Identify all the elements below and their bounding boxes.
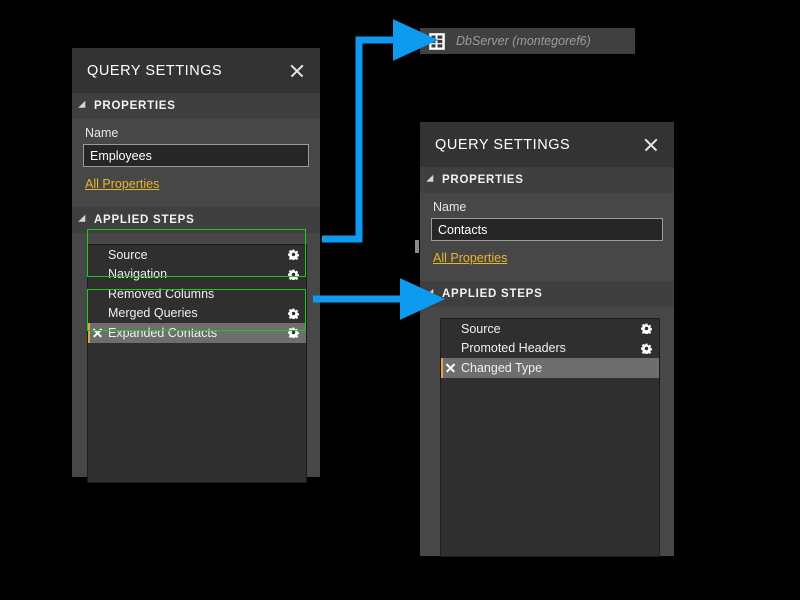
properties-section-label: PROPERTIES [442, 174, 524, 186]
close-icon[interactable] [642, 136, 660, 154]
panel-splitter-grip[interactable] [415, 240, 419, 253]
applied-steps-section-label: APPLIED STEPS [442, 288, 543, 300]
selection-accent-bar [441, 358, 443, 378]
chevron-collapse-icon [426, 174, 437, 185]
applied-step-label: Removed Columns [108, 287, 299, 301]
applied-step-label: Merged Queries [108, 306, 288, 320]
gear-icon[interactable] [288, 249, 299, 260]
applied-step-row[interactable]: Promoted Headers [441, 339, 659, 359]
name-input[interactable] [83, 144, 309, 167]
chevron-collapse-icon [426, 288, 437, 299]
applied-step-row[interactable]: Removed Columns [88, 284, 306, 304]
properties-section-header[interactable]: PROPERTIES [420, 167, 674, 193]
delete-step-icon[interactable] [92, 327, 103, 338]
selection-accent-bar [88, 323, 90, 343]
applied-steps-list[interactable]: Source Promoted Headers Changed Type [440, 318, 660, 557]
applied-step-label: Expanded Contacts [108, 326, 288, 340]
name-field-label: Name [431, 193, 663, 218]
panel-header: QUERY SETTINGS [420, 122, 674, 167]
all-properties-link[interactable]: All Properties [85, 177, 159, 191]
applied-step-label: Navigation [108, 267, 288, 281]
name-input[interactable] [431, 218, 663, 241]
applied-steps-section-header[interactable]: APPLIED STEPS [72, 207, 320, 233]
properties-section-header[interactable]: PROPERTIES [72, 93, 320, 119]
page-title: QUERY SETTINGS [87, 63, 288, 79]
chevron-collapse-icon [78, 214, 89, 225]
applied-step-row[interactable]: Navigation [88, 265, 306, 285]
properties-section-body: Name All Properties [420, 193, 674, 267]
table-parameter-icon [429, 33, 445, 50]
page-title: QUERY SETTINGS [435, 137, 642, 153]
applied-step-row[interactable]: Source [441, 319, 659, 339]
gear-icon[interactable] [641, 323, 652, 334]
applied-step-row[interactable]: Merged Queries [88, 304, 306, 324]
properties-section-label: PROPERTIES [94, 100, 176, 112]
gear-icon[interactable] [641, 343, 652, 354]
gear-icon[interactable] [288, 269, 299, 280]
gear-icon[interactable] [288, 308, 299, 319]
applied-steps-section-header[interactable]: APPLIED STEPS [420, 281, 674, 307]
applied-step-label: Source [108, 248, 288, 262]
close-icon[interactable] [288, 62, 306, 80]
panel-header: QUERY SETTINGS [72, 48, 320, 93]
applied-step-row[interactable]: Expanded Contacts [88, 323, 306, 343]
dbserver-chip-label: DbServer (montegoref6) [456, 34, 591, 48]
applied-step-label: Source [461, 322, 641, 336]
properties-section-body: Name All Properties [72, 119, 320, 193]
delete-step-icon[interactable] [445, 362, 456, 373]
arrow-source-to-dbserver [322, 40, 397, 239]
query-settings-panel-contacts: QUERY SETTINGS PROPERTIES Name All Prope… [420, 122, 674, 556]
applied-step-row[interactable]: Source [88, 245, 306, 265]
query-settings-panel-employees: QUERY SETTINGS PROPERTIES Name All Prope… [72, 48, 320, 477]
applied-step-row[interactable]: Changed Type [441, 358, 659, 378]
applied-step-label: Changed Type [461, 361, 652, 375]
name-field-label: Name [83, 119, 309, 144]
gear-icon[interactable] [288, 327, 299, 338]
chevron-collapse-icon [78, 100, 89, 111]
dbserver-chip[interactable]: DbServer (montegoref6) [420, 28, 635, 54]
applied-steps-list[interactable]: Source Navigation Removed Columns Merged Qu… [87, 244, 307, 483]
all-properties-link[interactable]: All Properties [433, 251, 507, 265]
applied-steps-section-label: APPLIED STEPS [94, 214, 195, 226]
applied-step-label: Promoted Headers [461, 341, 641, 355]
